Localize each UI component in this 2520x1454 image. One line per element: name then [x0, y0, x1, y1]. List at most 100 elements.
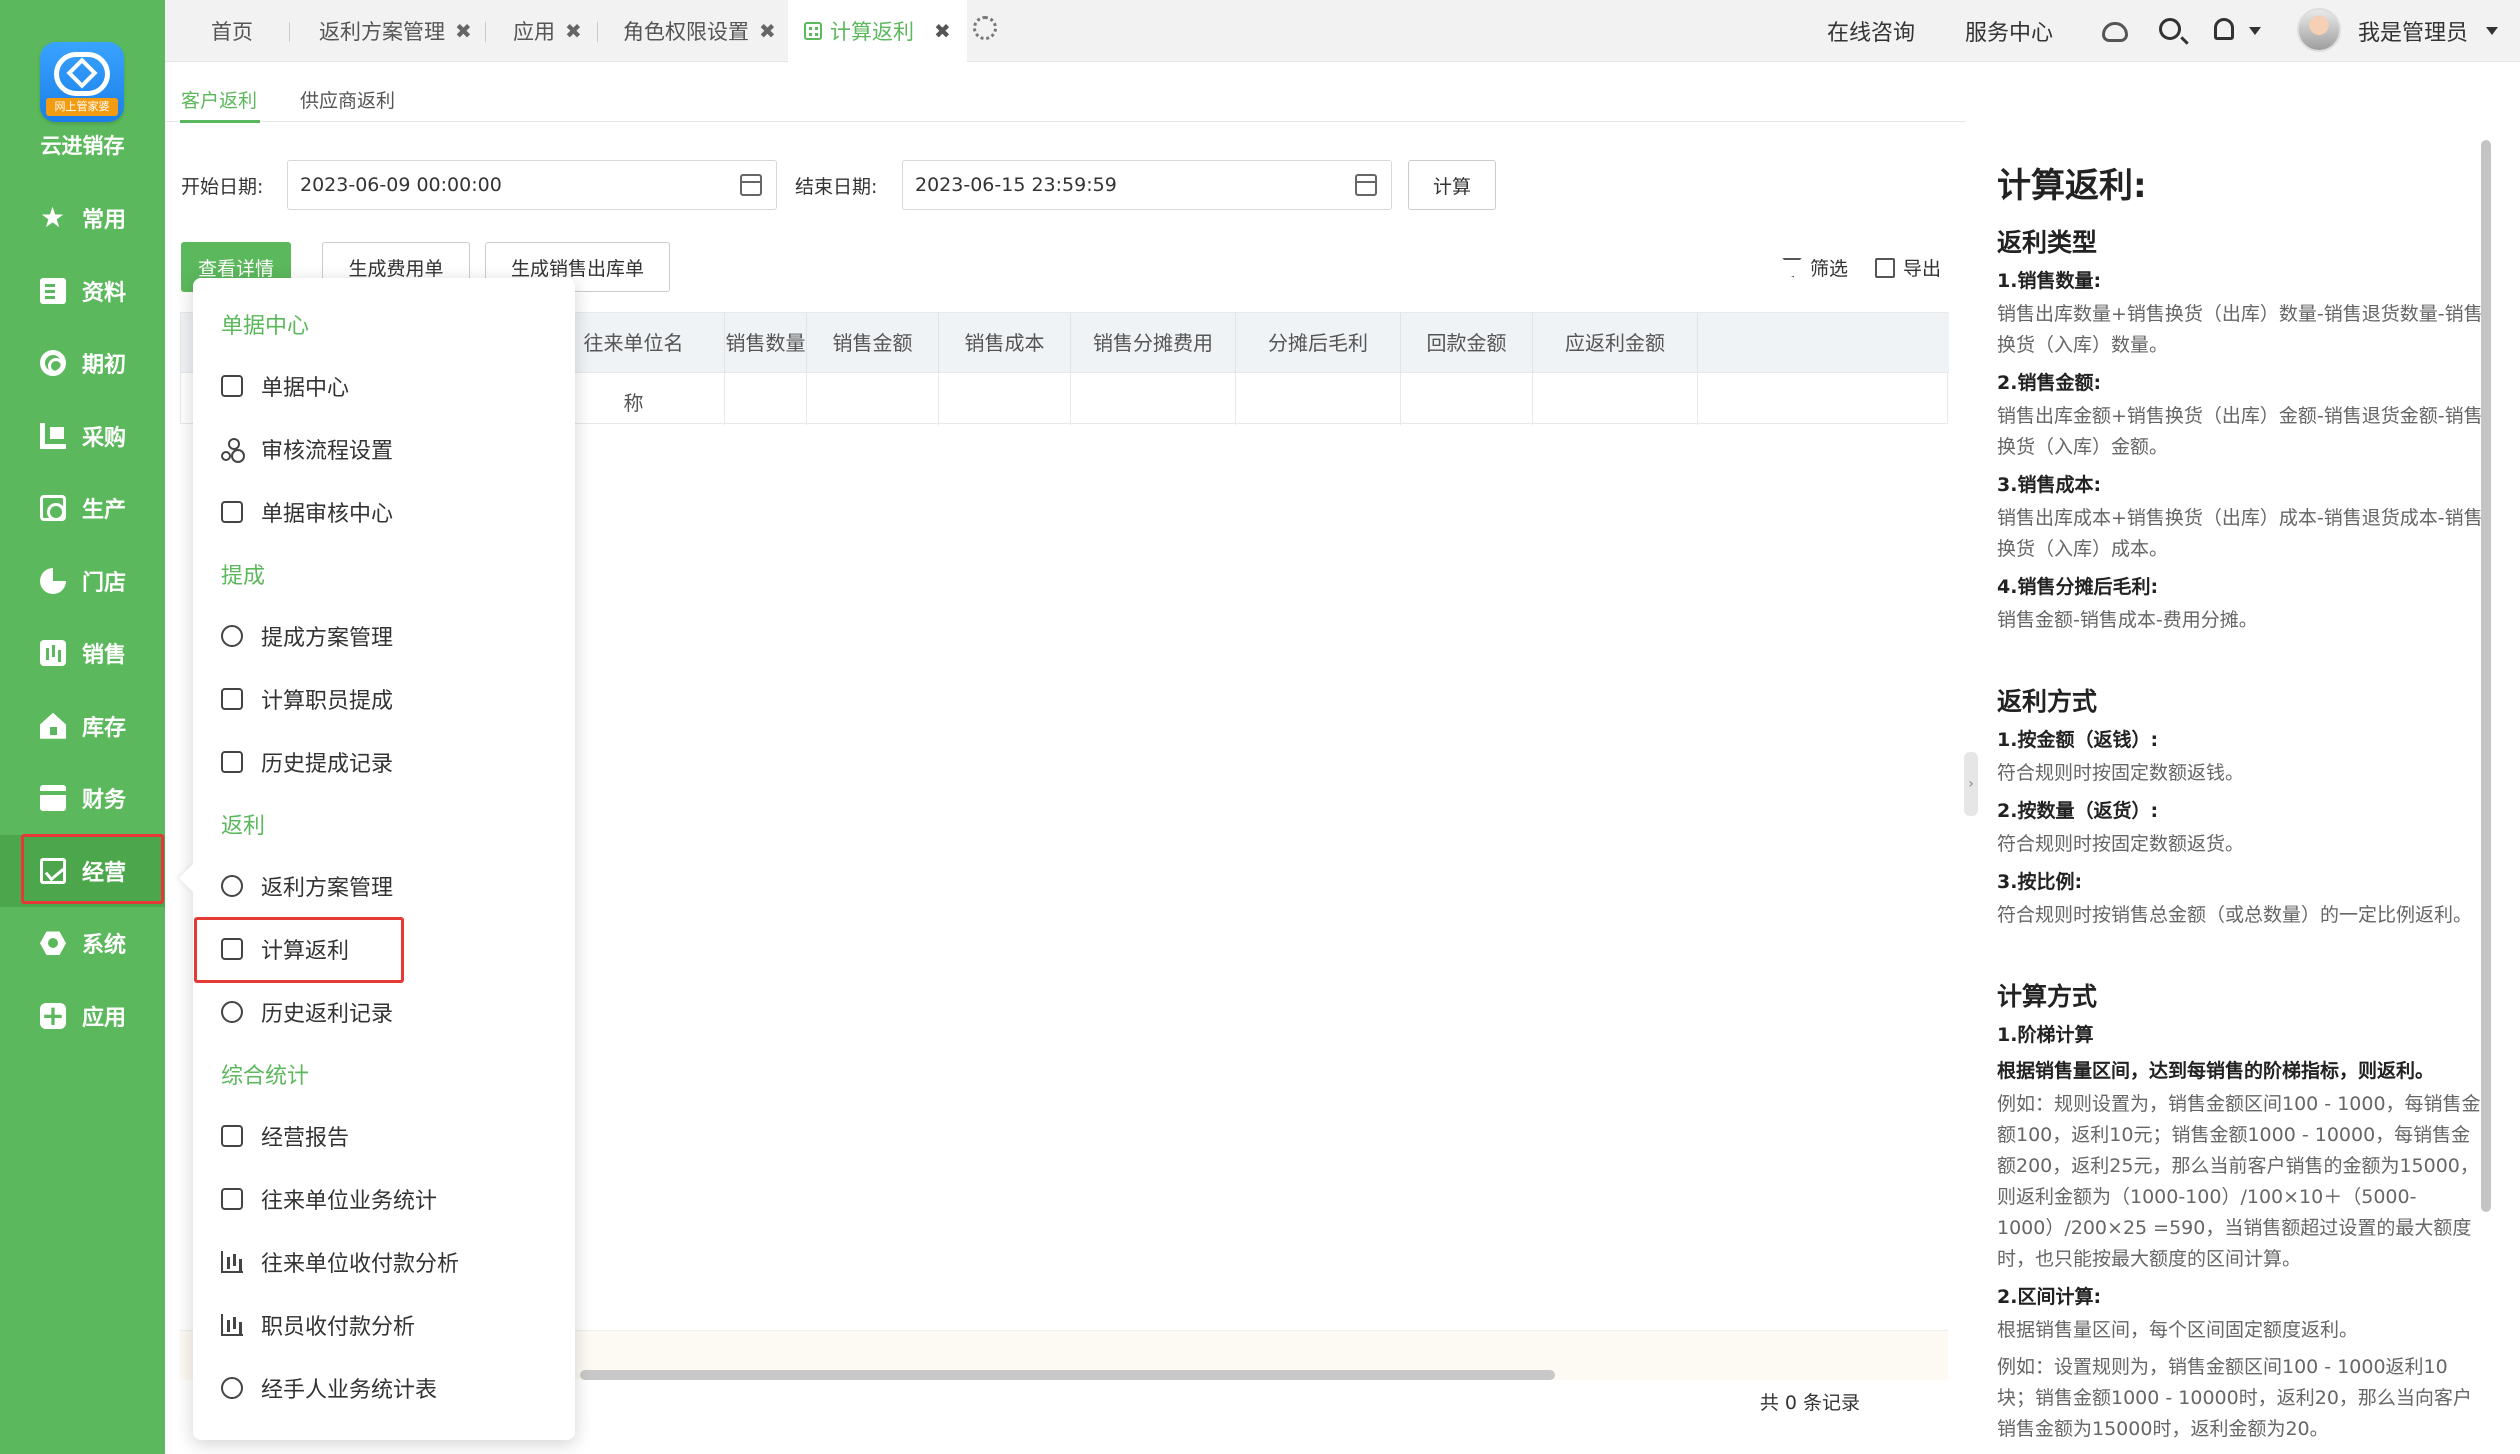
generate-expense-label: 生成费用单 — [348, 257, 444, 280]
sidebar-item-business[interactable]: 经营 — [0, 834, 165, 907]
menu-item-rebate-history[interactable]: 历史返利记录 — [221, 988, 393, 1036]
menu-item-partner-payment-analysis[interactable]: 往来单位收付款分析 — [221, 1238, 459, 1286]
help-panel-scrollbar[interactable] — [2481, 140, 2491, 1212]
end-date-value: 2023-06-15 23:59:59 — [915, 174, 1117, 196]
sidebar-item-system[interactable]: 系统 — [0, 907, 165, 980]
menu-item-staff-payment-analysis[interactable]: 职员收付款分析 — [221, 1301, 415, 1349]
table-cell-divider — [1070, 373, 1071, 425]
menu-section-commission: 提成 — [221, 564, 266, 589]
subtab-customer-rebate[interactable]: 客户返利 — [181, 86, 257, 113]
subtab-supplier-rebate[interactable]: 供应商返利 — [300, 86, 395, 113]
table-cell-divider — [806, 373, 807, 425]
sidebar-item-common[interactable]: ★ 常用 — [0, 182, 165, 255]
menu-item-document-center[interactable]: 单据中心 — [221, 362, 349, 410]
sidebar-item-label: 销售 — [82, 643, 127, 669]
sidebar-item-label: 生产 — [82, 498, 127, 524]
tab-calc-rebate[interactable]: 计算返利 ✖ — [788, 0, 967, 62]
close-icon[interactable]: ✖ — [455, 19, 472, 43]
cloud-download-icon[interactable] — [2102, 22, 2128, 42]
export-button[interactable]: 导出 — [1875, 254, 1941, 281]
sidebar-item-initial[interactable]: 期初 — [0, 327, 165, 400]
menu-item-label: 单据审核中心 — [261, 502, 394, 527]
column-header[interactable]: 应返利金额 — [1532, 313, 1697, 373]
column-header[interactable]: 回款金额 — [1400, 313, 1532, 373]
sidebar-item-apps[interactable]: 应用 — [0, 980, 165, 1053]
column-header[interactable]: 销售分摊费用 — [1070, 313, 1235, 373]
filter-button[interactable]: 筛选 — [1782, 254, 1848, 281]
end-date-input[interactable]: 2023-06-15 23:59:59 — [902, 160, 1392, 210]
close-icon[interactable]: ✖ — [565, 19, 582, 43]
tab-home[interactable]: 首页 — [211, 0, 253, 62]
start-date-label: 开始日期: — [181, 176, 264, 198]
help-item-name: 2.销售金额: — [1997, 372, 2102, 394]
chevron-down-icon[interactable] — [2249, 27, 2261, 35]
gear-icon[interactable] — [973, 16, 997, 40]
filter-icon — [1782, 257, 1802, 278]
start-date-input[interactable]: 2023-06-09 00:00:00 — [287, 160, 777, 210]
menu-item-calc-rebate[interactable]: 计算返利 — [221, 925, 349, 973]
column-header[interactable]: 销售成本 — [938, 313, 1070, 373]
tab-divider — [485, 22, 486, 42]
menu-item-label: 历史提成记录 — [261, 752, 394, 777]
safe-icon — [40, 785, 66, 812]
chevron-down-icon[interactable] — [2486, 27, 2498, 35]
column-header[interactable]: 分摊后毛利 — [1235, 313, 1400, 373]
menu-section-rebate: 返利 — [221, 814, 266, 839]
sidebar-item-label: 库存 — [82, 715, 127, 741]
hexagon-icon — [40, 931, 66, 955]
menu-item-rebate-plan[interactable]: 返利方案管理 — [221, 862, 393, 910]
menu-item-calc-commission[interactable]: 计算职员提成 — [221, 675, 393, 723]
close-icon[interactable]: ✖ — [759, 19, 776, 43]
calculate-button[interactable]: 计算 — [1408, 160, 1496, 210]
start-date-value: 2023-06-09 00:00:00 — [300, 174, 502, 196]
history-icon — [221, 751, 243, 773]
app-logo[interactable]: 网上管家婆 — [40, 42, 124, 122]
sidebar-item-sales[interactable]: 销售 — [0, 617, 165, 690]
avatar[interactable] — [2297, 8, 2341, 52]
column-header[interactable]: 销售数量 — [724, 313, 806, 373]
help-item-name: 1.销售数量: — [1997, 270, 2102, 292]
sidebar-item-purchase[interactable]: 采购 — [0, 400, 165, 473]
sidebar-item-inventory[interactable]: 库存 — [0, 690, 165, 763]
help-item-example: 例如：设置规则为，销售金额区间100 - 1000返利10块；销售金额1000 … — [1997, 1356, 2472, 1440]
tab-apps[interactable]: 应用 ✖ — [513, 0, 582, 62]
scrollbar-thumb[interactable] — [580, 1370, 1555, 1380]
record-count: 共 0 条记录 — [1759, 1392, 1860, 1414]
menu-item-label: 职员收付款分析 — [261, 1315, 416, 1340]
menu-item-commission-history[interactable]: 历史提成记录 — [221, 738, 393, 786]
service-center-link[interactable]: 服务中心 — [1965, 0, 2053, 62]
logo-tag: 网上管家婆 — [46, 98, 118, 116]
menu-item-label: 往来单位收付款分析 — [261, 1252, 460, 1277]
tab-label: 角色权限设置 — [623, 20, 749, 44]
collapse-panel-handle[interactable]: › — [1964, 752, 1978, 816]
menu-item-commission-plan[interactable]: 提成方案管理 — [221, 612, 393, 660]
column-header[interactable]: 往来单位名称 — [576, 313, 691, 415]
menu-item-approval-center[interactable]: 单据审核中心 — [221, 488, 393, 536]
column-header[interactable]: 销售金额 — [806, 313, 938, 373]
tab-role-permission[interactable]: 角色权限设置 ✖ — [623, 0, 776, 62]
calendar-icon[interactable] — [740, 174, 762, 196]
sidebar-item-finance[interactable]: 财务 — [0, 762, 165, 835]
user-menu[interactable]: 我是管理员 — [2358, 0, 2468, 62]
tab-rebate-plan[interactable]: 返利方案管理 ✖ — [319, 0, 472, 62]
search-icon[interactable] — [2159, 18, 2181, 40]
calendar-icon[interactable] — [1355, 174, 1377, 196]
sidebar-item-production[interactable]: 生产 — [0, 472, 165, 545]
lightbulb-icon — [221, 625, 243, 647]
menu-item-label: 计算职员提成 — [261, 689, 394, 714]
bell-icon[interactable] — [2214, 18, 2234, 40]
help-item-name: 3.销售成本: — [1997, 474, 2102, 496]
menu-item-approval-flow[interactable]: 审核流程设置 — [221, 425, 393, 473]
close-icon[interactable]: ✖ — [934, 19, 951, 43]
online-consult-link[interactable]: 在线咨询 — [1827, 0, 1915, 62]
sidebar-item-store[interactable]: 门店 — [0, 545, 165, 618]
menu-item-handler-stats[interactable]: 经手人业务统计表 — [221, 1364, 437, 1412]
help-item-desc: 符合规则时按销售总金额（或总数量）的一定比例返利。 — [1997, 904, 2473, 926]
sidebar-item-data[interactable]: 资料 — [0, 255, 165, 328]
sidebar-item-label: 常用 — [82, 208, 127, 234]
menu-section-documents: 单据中心 — [221, 314, 310, 339]
menu-item-partner-stats[interactable]: 往来单位业务统计 — [221, 1175, 437, 1223]
menu-item-business-report[interactable]: 经营报告 — [221, 1112, 349, 1160]
calculator-icon — [221, 938, 243, 960]
help-item-name: 2.区间计算: — [1997, 1286, 2102, 1308]
